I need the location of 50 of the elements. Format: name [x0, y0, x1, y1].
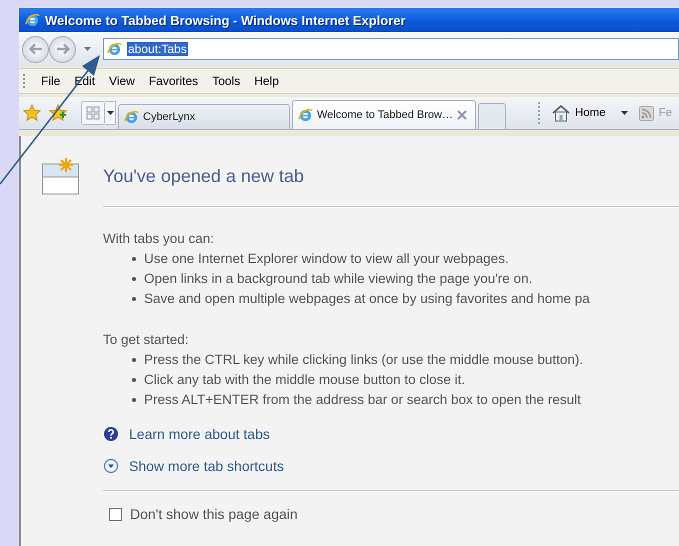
list-item: Open links in a background tab while viewing the page you're on. [144, 270, 532, 288]
bullet-icon [132, 378, 136, 382]
bullet-icon [132, 358, 136, 362]
link[interactable]: Learn more about tabs [129, 426, 270, 442]
list-item: Use one Internet Explorer window to view all your webpages. [144, 250, 509, 268]
menu-item[interactable]: Tools [206, 74, 248, 88]
checkbox[interactable] [109, 508, 122, 520]
bullet-icon [132, 398, 136, 402]
expand-icon [103, 458, 119, 474]
add-favorite-icon[interactable] [49, 104, 67, 122]
grid-icon [86, 106, 100, 120]
list-item: Click any tab with the middle mouse button to close it. [144, 371, 466, 389]
address-field[interactable]: about:Tabs [103, 38, 679, 60]
browser-tab[interactable]: Welcome to Tabbed Brow… [292, 100, 476, 129]
list-item: Save and open multiple webpages at once by using favorites and home pa [144, 290, 590, 308]
list-item: Press the CTRL key while clicking links (or use the middle mouse button). [144, 351, 584, 369]
link[interactable]: Show more tab shortcuts [129, 458, 284, 474]
page-icon [107, 42, 122, 56]
new-tab-button[interactable] [478, 103, 506, 129]
tab-list-button[interactable] [105, 101, 116, 125]
home-button[interactable]: Home [574, 107, 606, 119]
bullet-icon [132, 277, 136, 281]
menu-item[interactable]: View [103, 74, 143, 88]
home-icon[interactable] [552, 104, 570, 122]
section-title: To get started: [103, 331, 190, 349]
section-title: With tabs you can: [103, 230, 216, 248]
browser-icon [25, 12, 40, 28]
back-button[interactable] [22, 36, 49, 62]
browser-icon [298, 108, 313, 122]
window-title: Welcome to Tabbed Browsing - Windows Internet Explorer [45, 12, 406, 28]
menu-item[interactable]: Help [248, 74, 287, 88]
caret-icon [106, 111, 114, 115]
menu-item[interactable]: File [35, 74, 68, 88]
forward-button[interactable] [49, 36, 76, 62]
caret-icon[interactable] [620, 111, 628, 115]
new-tab-icon [41, 156, 81, 196]
list-item: Press ALT+ENTER from the address bar or search box to open the result [144, 391, 581, 409]
menu-item[interactable]: Favorites [142, 74, 206, 88]
page-heading: You've opened a new tab [103, 166, 304, 186]
close-icon[interactable] [456, 110, 467, 120]
star-icon[interactable] [23, 104, 41, 122]
help-icon [103, 426, 119, 442]
browser-tab[interactable]: CyberLynx [118, 104, 290, 129]
browser-icon [124, 110, 139, 124]
bullet-icon [132, 257, 136, 261]
bullet-icon [132, 297, 136, 301]
checkbox-label[interactable]: Don't show this page again [130, 506, 298, 522]
back-arrow-icon [28, 43, 42, 55]
forward-arrow-icon [56, 43, 70, 55]
feed-icon[interactable] [638, 106, 654, 120]
